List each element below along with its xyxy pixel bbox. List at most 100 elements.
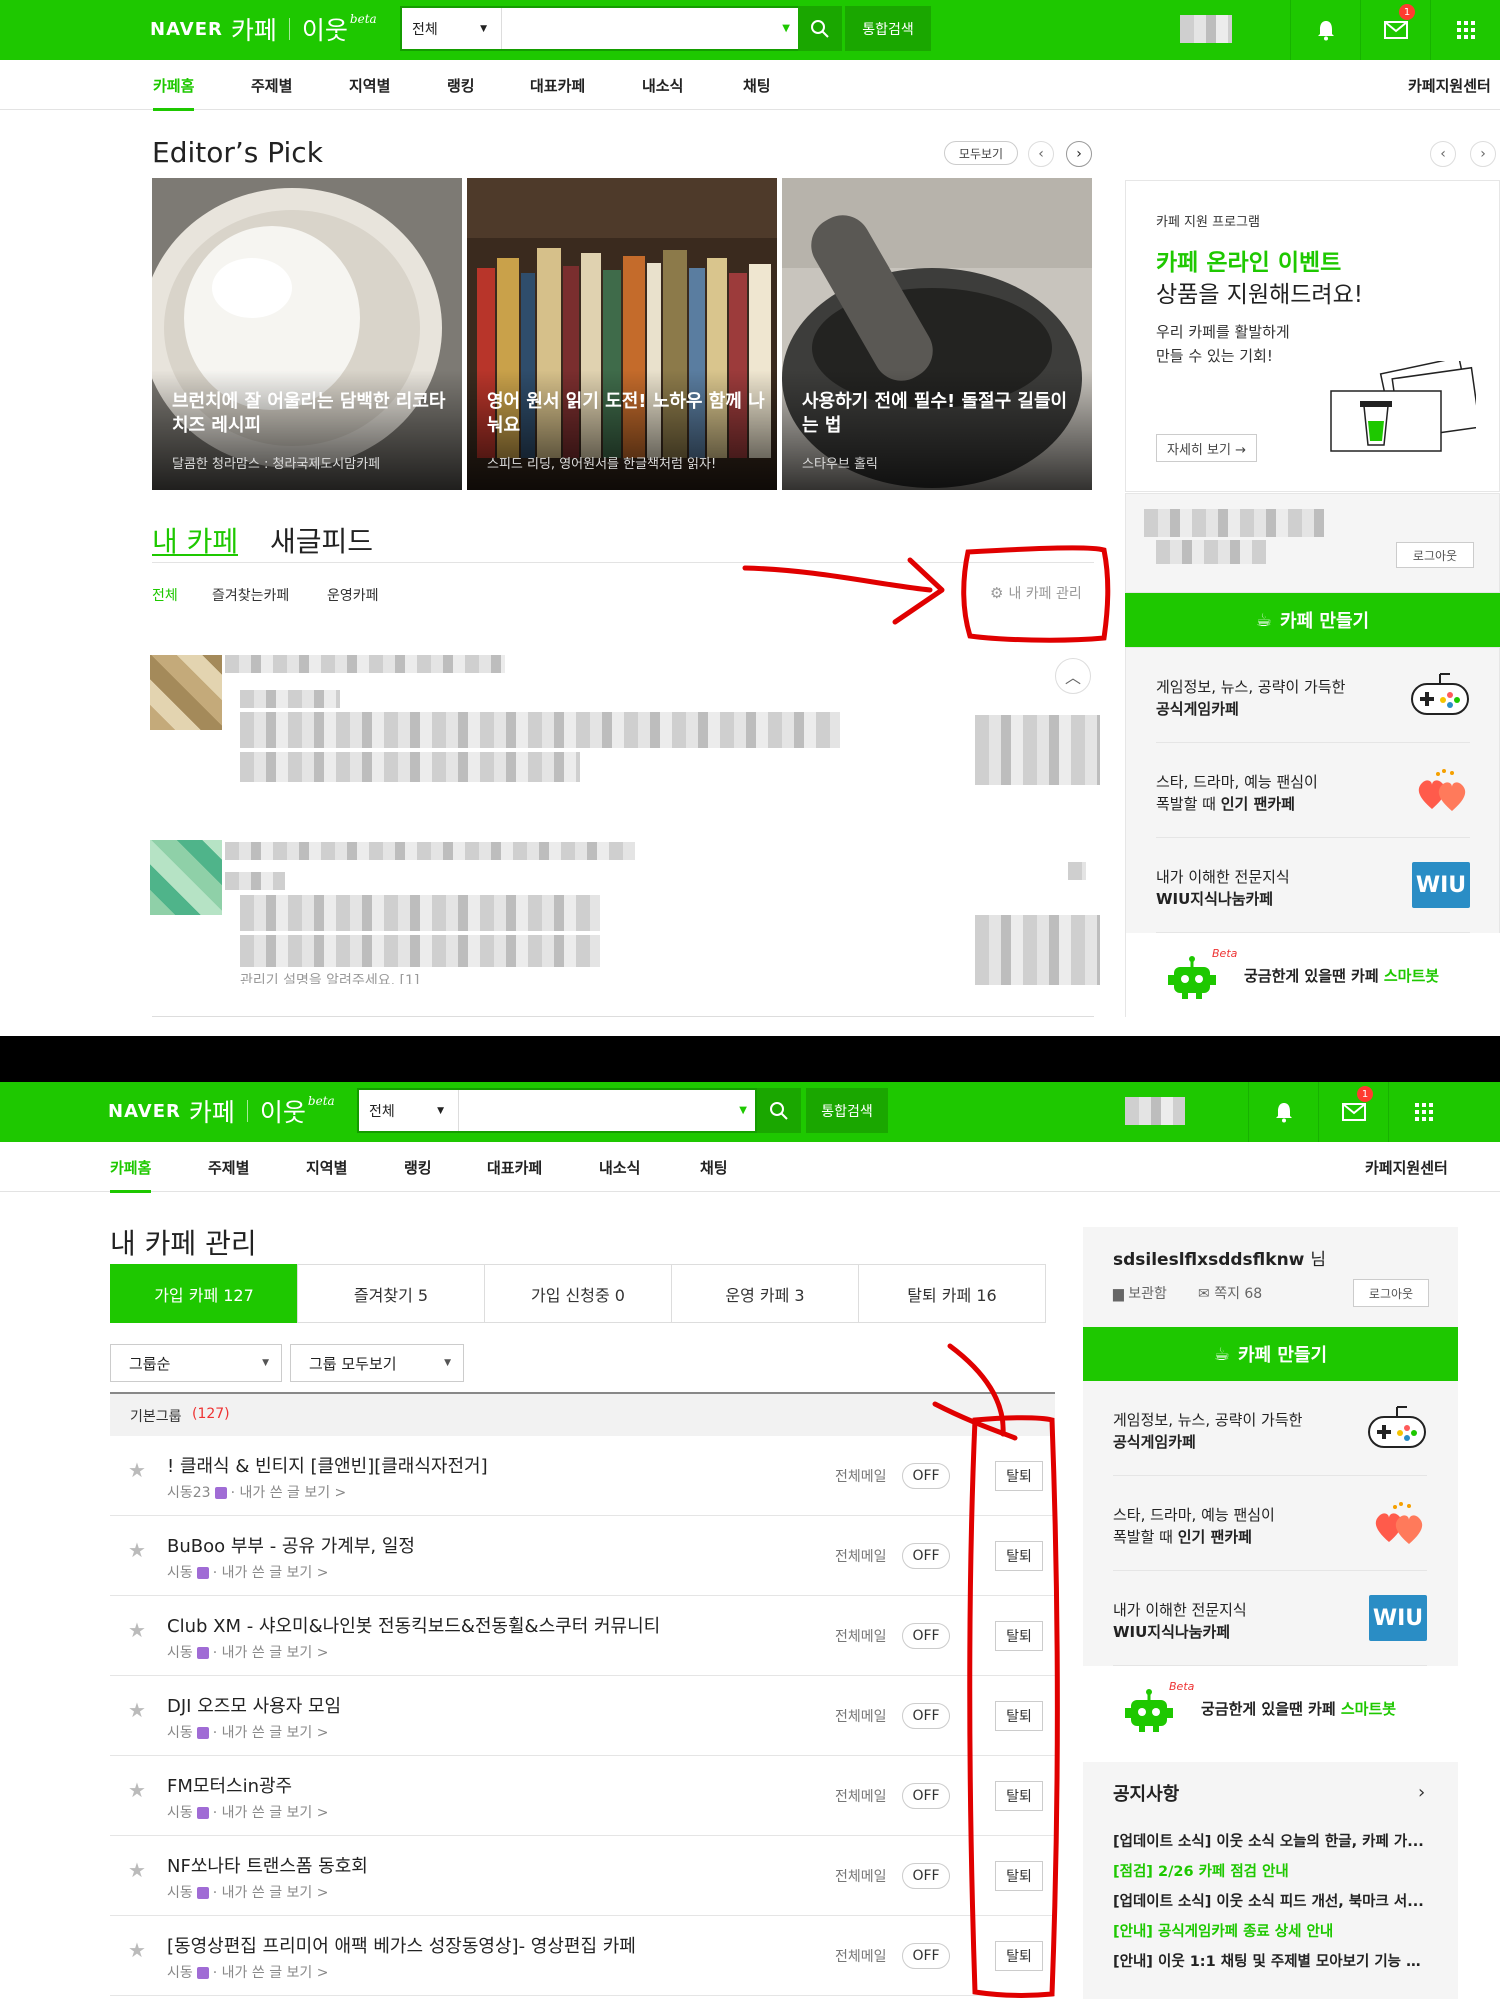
next-button[interactable]: › bbox=[1066, 141, 1092, 167]
notice-item[interactable]: [업데이트 소식] 이웃 소식 피드 개선, 북마크 서... bbox=[1113, 1890, 1433, 1911]
collapse-button[interactable]: ︿ bbox=[1055, 658, 1091, 694]
cafe-name[interactable]: [동영상편집 프리미어 애팩 베가스 성장동영상]- 영상편집 카페 bbox=[167, 1932, 636, 1958]
leave-cafe-button[interactable]: 탈퇴 bbox=[995, 1701, 1043, 1731]
notice-item[interactable]: [업데이트 소식] 이웃 소식 오늘의 한글, 카페 가... bbox=[1113, 1830, 1433, 1851]
logout-button[interactable]: 로그아웃 bbox=[1396, 542, 1474, 568]
tab-joined-cafes[interactable]: 가입 카페 127 bbox=[110, 1264, 298, 1323]
nav-my-news[interactable]: 내소식 bbox=[642, 60, 683, 110]
mail-toggle[interactable]: OFF bbox=[902, 1943, 950, 1969]
table-row[interactable]: ★ Club XM - 샤오미&나인봇 전동킥보드&전동휠&스쿠터 커뮤니티 시동 ·… bbox=[110, 1596, 1055, 1676]
leave-cafe-button[interactable]: 탈퇴 bbox=[995, 1461, 1043, 1491]
logout-button[interactable]: 로그아웃 bbox=[1353, 1279, 1429, 1307]
search-dropdown-icon[interactable]: ▼ bbox=[782, 23, 790, 34]
filter-favorites[interactable]: 즐겨찾는카페 bbox=[212, 585, 289, 605]
my-posts-link[interactable]: · 내가 쓴 글 보기 > bbox=[213, 1725, 329, 1741]
filter-managed[interactable]: 운영카페 bbox=[327, 585, 379, 605]
table-row[interactable]: ★ [동영상편집 프리미어 애팩 베가스 성장동영상]- 영상편집 카페 시동 · 내… bbox=[110, 1916, 1055, 1996]
nav-support-center[interactable]: 카페지원센터 bbox=[1365, 1142, 1448, 1192]
star-icon[interactable]: ★ bbox=[128, 1778, 146, 1802]
nav-chat[interactable]: 채팅 bbox=[700, 1142, 728, 1192]
nav-by-region[interactable]: 지역별 bbox=[349, 60, 390, 110]
cafe-name[interactable]: Club XM - 샤오미&나인봇 전동킥보드&전동휠&스쿠터 커뮤니티 bbox=[167, 1612, 660, 1638]
chevron-right-icon[interactable]: › bbox=[1418, 1782, 1425, 1803]
table-row[interactable]: ★ NF쏘나타 트랜스폼 동호회 시동 · 내가 쓴 글 보기 > 전체메일 OFF 탈퇴 bbox=[110, 1836, 1055, 1916]
leave-cafe-button[interactable]: 탈퇴 bbox=[995, 1861, 1043, 1891]
tab-managed[interactable]: 운영 카페 3 bbox=[671, 1264, 859, 1323]
nav-my-news[interactable]: 내소식 bbox=[599, 1142, 640, 1192]
notes-link[interactable]: ✉ 쪽지 68 bbox=[1198, 1283, 1262, 1303]
recommend-fan-cafe[interactable]: 스타, 드라마, 예능 팬심이 폭발할 때 인기 팬카페 bbox=[1156, 743, 1470, 838]
search-category-select[interactable]: 전체 ▼ bbox=[402, 8, 502, 49]
notice-item[interactable]: [안내] 이웃 1:1 채팅 및 주제별 모아보기 기능 추... bbox=[1113, 1950, 1433, 1971]
side-next-button[interactable]: › bbox=[1470, 141, 1496, 167]
notification-button[interactable] bbox=[1290, 0, 1360, 60]
nav-ranking[interactable]: 랭킹 bbox=[447, 60, 475, 110]
nav-chat[interactable]: 채팅 bbox=[743, 60, 771, 110]
editors-pick-card[interactable]: 브런치에 잘 어울리는 담백한 리코타 치즈 레시피 달콤한 청라맘스 : 청라… bbox=[152, 178, 462, 490]
storage-link[interactable]: ▆ 보관함 bbox=[1113, 1283, 1167, 1303]
nav-by-topic[interactable]: 주제별 bbox=[251, 60, 292, 110]
mail-toggle[interactable]: OFF bbox=[902, 1783, 950, 1809]
notice-item[interactable]: [점검] 2/26 카페 점검 안내 bbox=[1113, 1860, 1433, 1881]
my-posts-link[interactable]: · 내가 쓴 글 보기 > bbox=[213, 1565, 329, 1581]
integrated-search-button[interactable]: 통합검색 bbox=[845, 6, 931, 51]
leave-cafe-button[interactable]: 탈퇴 bbox=[995, 1621, 1043, 1651]
create-cafe-button[interactable]: ☕ 카페 만들기 bbox=[1083, 1327, 1458, 1381]
tab-left-cafes[interactable]: 탈퇴 카페 16 bbox=[858, 1264, 1046, 1323]
leave-cafe-button[interactable]: 탈퇴 bbox=[995, 1541, 1043, 1571]
search-category-select[interactable]: 전체 ▼ bbox=[359, 1090, 459, 1131]
star-icon[interactable]: ★ bbox=[128, 1618, 146, 1642]
my-posts-link[interactable]: · 내가 쓴 글 보기 > bbox=[213, 1805, 329, 1821]
smartbot-banner[interactable]: Beta 궁금한게 있을땐 카페 스마트봇 bbox=[1083, 1666, 1458, 1751]
star-icon[interactable]: ★ bbox=[128, 1858, 146, 1882]
star-icon[interactable]: ★ bbox=[128, 1938, 146, 1962]
recommend-game-cafe[interactable]: 게임정보, 뉴스, 공략이 가득한 공식게임카페 bbox=[1113, 1381, 1427, 1476]
cafe-name[interactable]: DJI 오즈모 사용자 모임 bbox=[167, 1692, 341, 1718]
cafe-name[interactable]: ! 클래식 & 빈티지 [클앤빈][클래식자전거] bbox=[167, 1452, 488, 1478]
cafe-name[interactable]: NF쏘나타 트랜스폼 동호회 bbox=[167, 1852, 368, 1878]
promo-more-button[interactable]: 자세히 보기 → bbox=[1156, 434, 1257, 462]
leave-cafe-button[interactable]: 탈퇴 bbox=[995, 1941, 1043, 1971]
my-posts-link[interactable]: · 내가 쓴 글 보기 > bbox=[213, 1885, 329, 1901]
recommend-fan-cafe[interactable]: 스타, 드라마, 예능 팬심이 폭발할 때 인기 팬카페 bbox=[1113, 1476, 1427, 1571]
notice-item[interactable]: [안내] 공식게임카페 종료 상세 안내 bbox=[1113, 1920, 1433, 1941]
mail-button[interactable]: 1 bbox=[1360, 0, 1430, 60]
side-prev-button[interactable]: ‹ bbox=[1430, 141, 1456, 167]
naver-cafe-logo[interactable]: NAVER 카페 이웃 beta bbox=[150, 12, 377, 46]
cafe-name[interactable]: FM모터스in광주 bbox=[167, 1772, 292, 1798]
mail-toggle[interactable]: OFF bbox=[902, 1703, 950, 1729]
tab-pending[interactable]: 가입 신청중 0 bbox=[484, 1264, 672, 1323]
filter-all[interactable]: 전체 bbox=[152, 585, 178, 605]
editors-pick-card[interactable]: 영어 원서 읽기 도전! 노하우 함께 나눠요 스피드 리딩, 영어원서를 한글… bbox=[467, 178, 777, 490]
table-row[interactable]: ★ BuBoo 부부 - 공유 가계부, 일정 시동 · 내가 쓴 글 보기 > 전체메… bbox=[110, 1516, 1055, 1596]
naver-cafe-logo[interactable]: NAVER 카페 이웃 beta bbox=[108, 1094, 335, 1128]
app-grid-button[interactable] bbox=[1388, 1082, 1458, 1142]
my-posts-link[interactable]: · 내가 쓴 글 보기 > bbox=[213, 1645, 329, 1661]
star-icon[interactable]: ★ bbox=[128, 1538, 146, 1562]
search-input[interactable] bbox=[502, 8, 798, 49]
search-button[interactable] bbox=[798, 6, 842, 51]
integrated-search-button[interactable]: 통합검색 bbox=[806, 1088, 888, 1133]
mail-toggle[interactable]: OFF bbox=[902, 1863, 950, 1889]
cafe-name[interactable]: BuBoo 부부 - 공유 가계부, 일정 bbox=[167, 1532, 415, 1558]
search-dropdown-icon[interactable]: ▼ bbox=[739, 1105, 747, 1116]
mail-button[interactable]: 1 bbox=[1318, 1082, 1388, 1142]
nav-featured-cafe[interactable]: 대표카페 bbox=[530, 60, 585, 110]
my-posts-link[interactable]: · 내가 쓴 글 보기 > bbox=[231, 1485, 347, 1501]
nav-featured-cafe[interactable]: 대표카페 bbox=[487, 1142, 542, 1192]
nav-by-topic[interactable]: 주제별 bbox=[208, 1142, 249, 1192]
tab-favorites[interactable]: 즐겨찾기 5 bbox=[297, 1264, 485, 1323]
my-posts-link[interactable]: · 내가 쓴 글 보기 > bbox=[213, 1965, 329, 1981]
mail-toggle[interactable]: OFF bbox=[902, 1463, 950, 1489]
table-row[interactable]: ★ FM모터스in광주 시동 · 내가 쓴 글 보기 > 전체메일 OFF 탈퇴 bbox=[110, 1756, 1055, 1836]
sort-select[interactable]: 그룹순 ▼ bbox=[110, 1344, 282, 1382]
notification-button[interactable] bbox=[1248, 1082, 1318, 1142]
group-view-select[interactable]: 그룹 모두보기 ▼ bbox=[290, 1344, 464, 1382]
nav-ranking[interactable]: 랭킹 bbox=[404, 1142, 432, 1192]
nav-cafe-home[interactable]: 카페홈 bbox=[110, 1142, 152, 1193]
nav-by-region[interactable]: 지역별 bbox=[306, 1142, 347, 1192]
nav-support-center[interactable]: 카페지원센터 bbox=[1408, 60, 1491, 110]
search-input[interactable] bbox=[459, 1090, 755, 1131]
recommend-wiu-cafe[interactable]: 내가 이해한 전문지식 WIU지식나눔카페 WIU bbox=[1156, 838, 1470, 933]
see-all-button[interactable]: 모두보기 bbox=[944, 141, 1018, 165]
